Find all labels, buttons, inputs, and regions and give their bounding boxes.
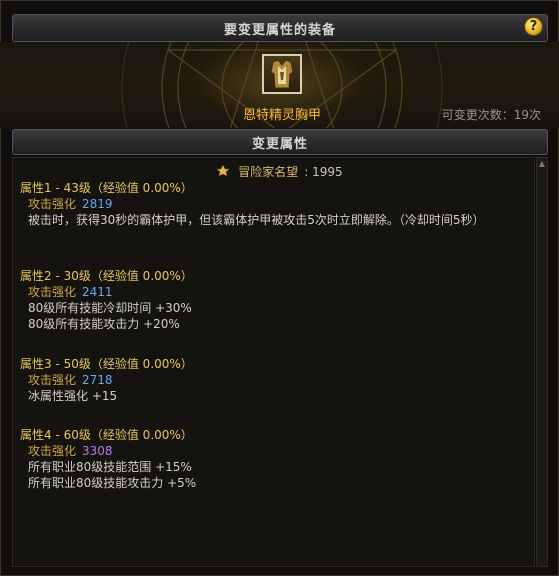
subheader-title: 变更属性 bbox=[251, 136, 308, 152]
attack-boost-label: 攻击强化 bbox=[28, 285, 77, 299]
attribute-effect: 所有职业80级技能攻击力 +5% bbox=[28, 476, 197, 490]
attack-boost-value: 2718 bbox=[82, 373, 113, 387]
attribute-effect: 冰属性强化 +15 bbox=[28, 389, 118, 403]
attack-boost-label: 攻击强化 bbox=[28, 444, 77, 458]
equipment-header-bar: 要变更属性的装备 ? bbox=[12, 14, 548, 42]
attribute-block-4: 属性4 - 60级（经验值 0.00%） 攻击强化 3308 所有职业80级技能范… bbox=[20, 427, 196, 491]
elven-chest-armor-icon[interactable] bbox=[262, 54, 302, 94]
attribute-block-1: 属性1 - 43级（经验值 0.00%） 攻击强化 2819 被击时，获得30秒的… bbox=[20, 180, 528, 228]
attack-boost-row: 攻击强化 2819 bbox=[20, 196, 528, 212]
attribute-title: 属性1 - 43级（经验值 0.00%） bbox=[20, 181, 193, 195]
fame-label: 冒险家名望 bbox=[238, 165, 299, 179]
fame-emblem-icon bbox=[216, 164, 231, 177]
attribute-effect: 被击时，获得30秒的霸体护甲，但该霸体护甲被攻击5次时立即解除。（冷却时间5秒） bbox=[28, 213, 485, 227]
scrollbar[interactable]: ▲ bbox=[536, 157, 548, 567]
attribute-block-2: 属性2 - 30级（经验值 0.00%） 攻击强化 2411 80级所有技能冷却时… bbox=[20, 268, 193, 332]
fame-value: : 1995 bbox=[304, 165, 343, 179]
attack-boost-label: 攻击强化 bbox=[28, 197, 77, 211]
attack-boost-value: 2411 bbox=[82, 285, 113, 299]
attack-boost-value: 3308 bbox=[82, 444, 113, 458]
change-count-label: 可变更次数：19次 bbox=[441, 108, 541, 122]
attack-boost-label: 攻击强化 bbox=[28, 373, 77, 387]
item-name: 恩特精灵胸甲 bbox=[242, 108, 321, 123]
adventurer-fame-row: 冒险家名望 : 1995 bbox=[0, 163, 559, 180]
attribute-title: 属性4 - 60级（经验值 0.00%） bbox=[20, 428, 193, 442]
attribute-title: 属性3 - 50级（经验值 0.00%） bbox=[20, 357, 193, 371]
attack-boost-row: 攻击强化 2718 bbox=[20, 372, 193, 388]
attack-boost-row: 攻击强化 2411 bbox=[20, 284, 193, 300]
attribute-block-3: 属性3 - 50级（经验值 0.00%） 攻击强化 2718 冰属性强化 +15 bbox=[20, 356, 193, 404]
change-attribute-bar: 变更属性 bbox=[12, 129, 548, 155]
help-icon[interactable]: ? bbox=[524, 17, 543, 36]
attribute-effect: 所有职业80级技能范围 +15% bbox=[28, 460, 192, 474]
attribute-title: 属性2 - 30级（经验值 0.00%） bbox=[20, 269, 193, 283]
header-title: 要变更属性的装备 bbox=[223, 22, 336, 38]
attribute-effect: 80级所有技能冷却时间 +30% bbox=[28, 301, 192, 315]
attack-boost-value: 2819 bbox=[82, 197, 113, 211]
attack-boost-row: 攻击强化 3308 bbox=[20, 443, 196, 459]
attribute-effect: 80级所有技能攻击力 +20% bbox=[28, 317, 180, 331]
item-banner: 恩特精灵胸甲 可变更次数：19次 bbox=[0, 42, 559, 128]
